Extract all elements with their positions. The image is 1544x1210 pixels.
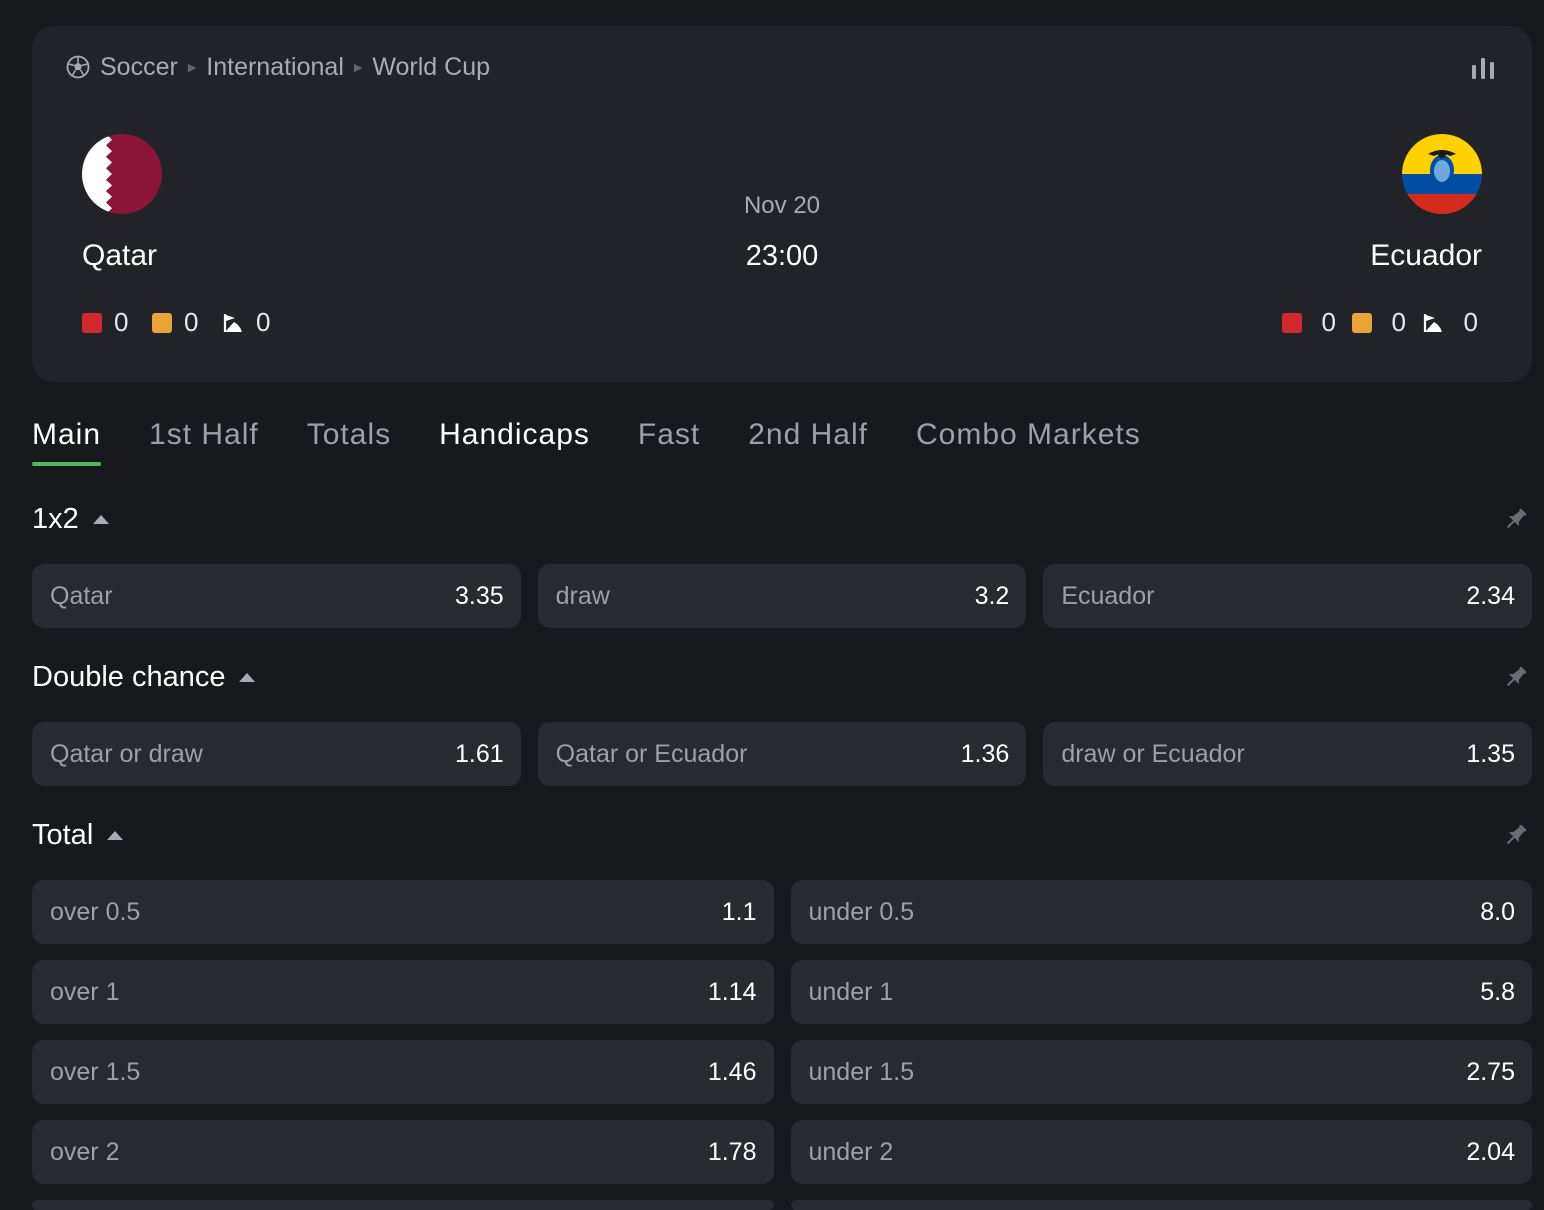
odd-value: 2.75 bbox=[1466, 1057, 1515, 1086]
odd-label: draw or Ecuador bbox=[1061, 739, 1245, 768]
odd-label: under 1.5 bbox=[808, 1057, 915, 1086]
odd-button[interactable]: under 1.5 2.75 bbox=[790, 1040, 1532, 1104]
soccer-ball-icon bbox=[66, 55, 90, 79]
odd-value: 1.35 bbox=[1466, 739, 1515, 768]
odd-label: over 1 bbox=[50, 977, 120, 1006]
market-header-total: Total bbox=[32, 815, 1532, 855]
breadcrumb-sport[interactable]: Soccer bbox=[100, 53, 178, 82]
market-title-double-chance[interactable]: Double chance bbox=[32, 661, 225, 694]
odd-value: 1.61 bbox=[454, 739, 504, 768]
away-team-stats: 0 0 0 bbox=[1282, 307, 1482, 338]
odd-value: 1.1 bbox=[721, 897, 757, 926]
odd-label: over 1.5 bbox=[50, 1057, 141, 1086]
odd-button[interactable]: draw or Ecuador 1.35 bbox=[1043, 722, 1532, 786]
breadcrumb-separator-icon: ▶ bbox=[353, 61, 363, 74]
odds-row-total: over 1.5 1.46 under 1.5 2.75 bbox=[32, 1040, 1532, 1104]
odd-label: under 0.5 bbox=[808, 897, 915, 926]
odd-button[interactable] bbox=[32, 1200, 774, 1210]
odd-button[interactable]: Qatar or Ecuador 1.36 bbox=[537, 722, 1027, 786]
odd-label: Qatar or draw bbox=[50, 739, 203, 768]
odd-value: 2.34 bbox=[1466, 581, 1515, 610]
breadcrumb-separator-icon: ▶ bbox=[187, 61, 197, 74]
market-title-1x2[interactable]: 1x2 bbox=[32, 503, 79, 536]
breadcrumb-region[interactable]: International bbox=[206, 53, 344, 82]
market-title-total[interactable]: Total bbox=[32, 819, 93, 852]
odd-value: 8.0 bbox=[1480, 897, 1515, 926]
away-yellow-cards: 0 bbox=[1391, 307, 1406, 337]
odd-button[interactable]: over 2 1.78 bbox=[32, 1120, 774, 1184]
match-page: Soccer ▶ International ▶ World Cup Qatar… bbox=[0, 0, 1544, 1210]
odd-value: 5.8 bbox=[1480, 977, 1515, 1006]
home-team-stats: 0 0 0 bbox=[82, 307, 282, 338]
caret-up-icon[interactable] bbox=[107, 830, 124, 840]
odds-row-total: over 0.5 1.1 under 0.5 8.0 bbox=[32, 880, 1532, 944]
odd-value: 1.46 bbox=[707, 1057, 757, 1086]
odd-label: Qatar or Ecuador bbox=[555, 739, 748, 768]
pin-icon[interactable] bbox=[1502, 505, 1530, 533]
match-header-card: Soccer ▶ International ▶ World Cup Qatar… bbox=[32, 26, 1532, 382]
home-yellow-cards: 0 bbox=[184, 307, 199, 337]
odd-label: Qatar bbox=[50, 581, 113, 610]
tab-fast[interactable]: Fast bbox=[638, 418, 700, 466]
odd-label: over 2 bbox=[50, 1137, 120, 1166]
odds-row-total: over 1 1.14 under 1 5.8 bbox=[32, 960, 1532, 1024]
home-corners: 0 bbox=[256, 307, 271, 337]
odd-button[interactable]: Ecuador 2.34 bbox=[1043, 564, 1532, 628]
odd-value: 1.36 bbox=[960, 739, 1010, 768]
odd-value: 3.2 bbox=[974, 581, 1010, 610]
odd-label: draw bbox=[555, 581, 610, 610]
yellow-card-icon bbox=[152, 312, 172, 333]
odd-button[interactable]: over 1 1.14 bbox=[32, 960, 774, 1024]
corner-flag-icon bbox=[223, 313, 242, 332]
pin-icon[interactable] bbox=[1502, 821, 1530, 849]
odd-button[interactable]: under 1 5.8 bbox=[790, 960, 1532, 1024]
market-header-1x2: 1x2 bbox=[32, 499, 1532, 539]
odd-label: under 2 bbox=[808, 1137, 894, 1166]
yellow-card-icon bbox=[1352, 312, 1372, 333]
odd-value: 1.78 bbox=[707, 1137, 757, 1166]
odd-button[interactable]: Qatar or draw 1.61 bbox=[32, 722, 521, 786]
odd-value: 2.04 bbox=[1466, 1137, 1515, 1166]
odd-button[interactable]: under 2 2.04 bbox=[790, 1120, 1532, 1184]
away-red-cards: 0 bbox=[1321, 307, 1336, 337]
breadcrumb-league[interactable]: World Cup bbox=[372, 53, 490, 82]
stats-icon[interactable] bbox=[1470, 56, 1496, 80]
odd-button[interactable] bbox=[790, 1200, 1532, 1210]
odd-label: under 1 bbox=[808, 977, 894, 1006]
away-corners: 0 bbox=[1463, 307, 1478, 337]
tab-1st-half[interactable]: 1st Half bbox=[149, 418, 259, 466]
odd-label: over 0.5 bbox=[50, 897, 141, 926]
away-team: Ecuador 0 0 0 bbox=[1282, 134, 1482, 338]
red-card-icon bbox=[1282, 312, 1302, 333]
caret-up-icon[interactable] bbox=[92, 514, 109, 524]
market-header-double-chance: Double chance bbox=[32, 657, 1532, 697]
red-card-icon bbox=[82, 312, 102, 333]
ecuador-flag-icon bbox=[1402, 134, 1482, 214]
odd-button[interactable]: over 0.5 1.1 bbox=[32, 880, 774, 944]
home-red-cards: 0 bbox=[114, 307, 129, 337]
odds-row-total: over 2 1.78 under 2 2.04 bbox=[32, 1120, 1532, 1184]
odd-button[interactable]: draw 3.2 bbox=[537, 564, 1027, 628]
odd-value: 1.14 bbox=[707, 977, 757, 1006]
breadcrumb: Soccer ▶ International ▶ World Cup bbox=[66, 52, 490, 82]
tab-main[interactable]: Main bbox=[32, 418, 102, 466]
tab-totals[interactable]: Totals bbox=[307, 418, 391, 466]
caret-up-icon[interactable] bbox=[239, 672, 256, 682]
tab-handicaps[interactable]: Handicaps bbox=[439, 418, 590, 466]
tab-combo-markets[interactable]: Combo Markets bbox=[916, 418, 1141, 466]
odds-row-double-chance: Qatar or draw 1.61 Qatar or Ecuador 1.36… bbox=[32, 722, 1532, 786]
tab-2nd-half[interactable]: 2nd Half bbox=[748, 418, 868, 466]
corner-flag-icon bbox=[1423, 313, 1442, 332]
odds-row-1x2: Qatar 3.35 draw 3.2 Ecuador 2.34 bbox=[32, 564, 1532, 628]
odd-button[interactable]: over 1.5 1.46 bbox=[32, 1040, 774, 1104]
odd-button[interactable]: under 0.5 8.0 bbox=[790, 880, 1532, 944]
odd-value: 3.35 bbox=[454, 581, 504, 610]
away-team-name: Ecuador bbox=[1370, 239, 1482, 272]
odd-button[interactable]: Qatar 3.35 bbox=[32, 564, 521, 628]
odd-label: Ecuador bbox=[1061, 581, 1155, 610]
odds-row-total bbox=[32, 1200, 1532, 1210]
pin-icon[interactable] bbox=[1502, 663, 1530, 691]
market-tabs: Main 1st Half Totals Handicaps Fast 2nd … bbox=[32, 418, 1141, 466]
